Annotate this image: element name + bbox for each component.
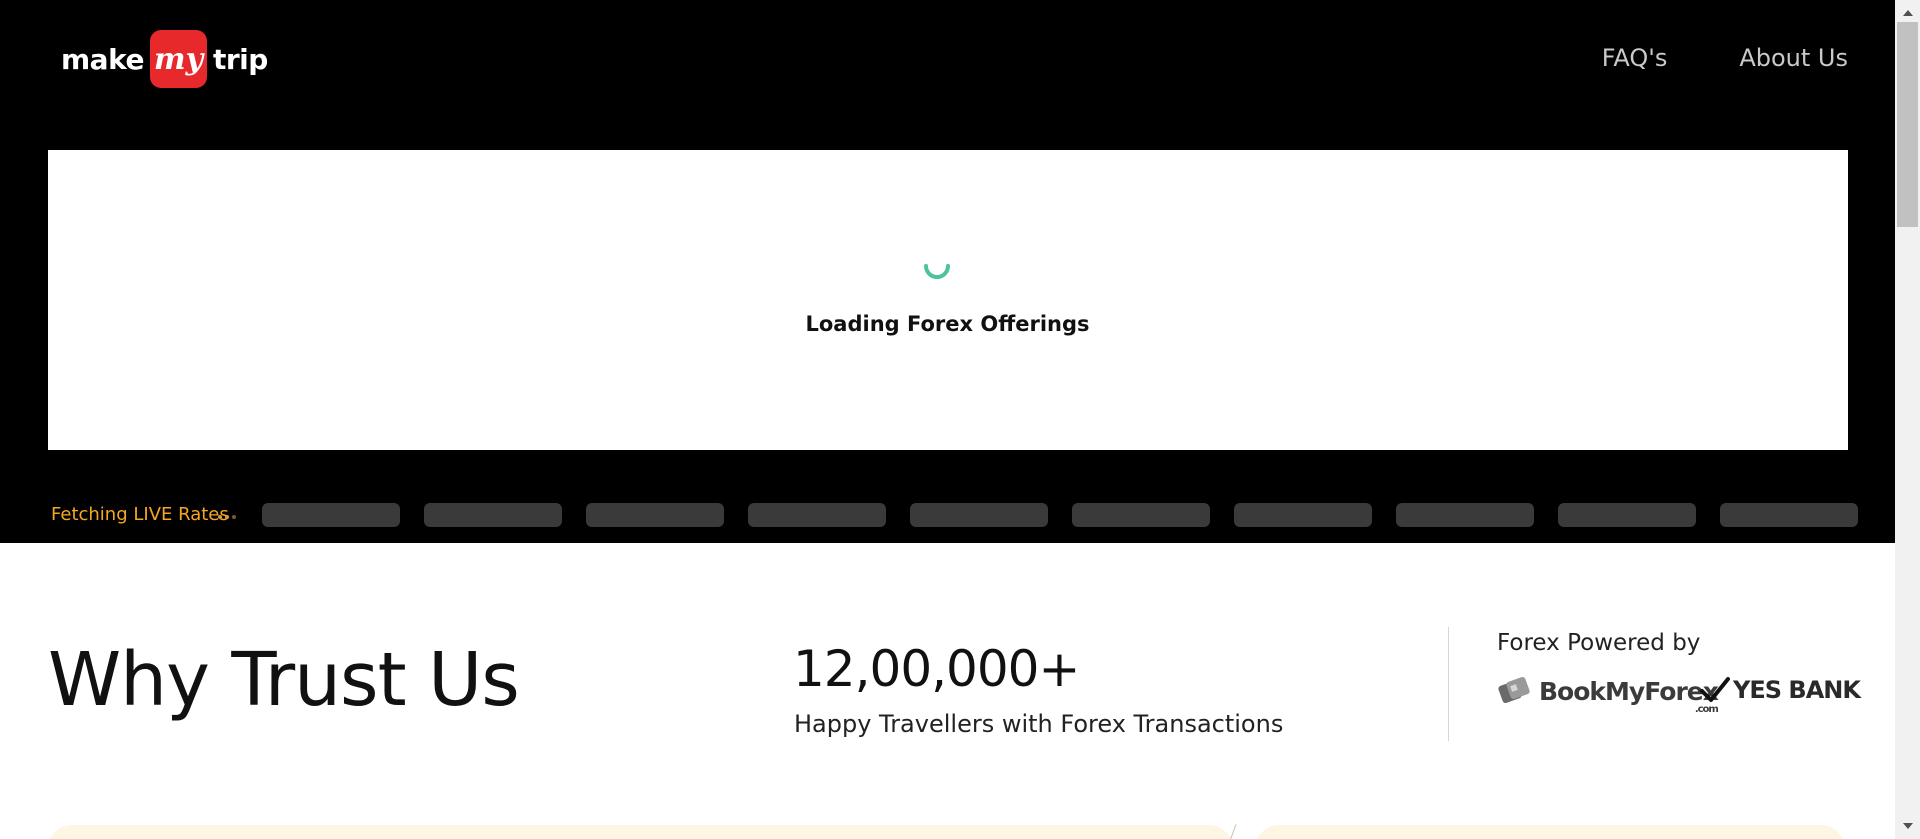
bottom-card-right xyxy=(1255,825,1845,839)
scroll-down-arrow-icon[interactable] xyxy=(1903,823,1913,829)
logo-my-badge: my xyxy=(149,30,207,88)
bookmyforex-logo: BookMyForex .com xyxy=(1497,673,1719,715)
rates-skeleton-list xyxy=(262,503,1858,527)
rate-skeleton xyxy=(748,503,886,527)
page-scrollbar[interactable] xyxy=(1895,0,1920,839)
rate-skeleton xyxy=(262,503,400,527)
logo-trip-text: trip xyxy=(212,42,268,76)
bookmyforex-suffix: .com xyxy=(1694,703,1719,715)
checkmark-icon xyxy=(1700,677,1730,702)
travellers-count: 12,00,000+ xyxy=(793,640,1080,698)
live-rates-label: Fetching LIVE Rates xyxy=(51,504,229,525)
rate-skeleton xyxy=(424,503,562,527)
page: make my trip FAQ's About Us Loading Fore… xyxy=(0,0,1920,839)
yes-bank-logo: YES BANK xyxy=(1700,676,1861,704)
top-nav: FAQ's About Us xyxy=(1602,44,1848,72)
loading-text: Loading Forex Offerings xyxy=(805,312,1090,336)
rate-skeleton xyxy=(586,503,724,527)
rate-skeleton xyxy=(1558,503,1696,527)
makemytrip-logo[interactable]: make my trip xyxy=(61,29,268,89)
hero-section: make my trip FAQ's About Us Loading Fore… xyxy=(0,0,1895,543)
forex-offerings-card xyxy=(48,150,1848,450)
rate-skeleton xyxy=(1234,503,1372,527)
travellers-caption: Happy Travellers with Forex Transactions xyxy=(794,710,1284,738)
powered-by-label: Forex Powered by xyxy=(1497,630,1701,656)
scroll-up-arrow-icon[interactable] xyxy=(1903,10,1913,16)
loading-dots-icon xyxy=(218,515,236,519)
loading-spinner-icon xyxy=(924,264,950,279)
nav-faqs-link[interactable]: FAQ's xyxy=(1602,44,1668,72)
rate-skeleton xyxy=(1396,503,1534,527)
yes-bank-text: YES BANK xyxy=(1733,676,1861,704)
bookmyforex-text: BookMyForex .com xyxy=(1539,676,1719,715)
section-divider xyxy=(1448,627,1449,741)
rate-skeleton xyxy=(1072,503,1210,527)
bottom-card-left xyxy=(48,825,1233,839)
logo-make-text: make xyxy=(61,42,144,76)
bottom-card-separator xyxy=(1228,824,1237,839)
scroll-thumb[interactable] xyxy=(1897,22,1918,227)
rate-skeleton xyxy=(1720,503,1858,527)
bookmyforex-emblem-icon xyxy=(1498,676,1530,704)
why-trust-us-heading: Why Trust Us xyxy=(48,637,520,723)
rate-skeleton xyxy=(910,503,1048,527)
nav-about-us-link[interactable]: About Us xyxy=(1739,44,1848,72)
